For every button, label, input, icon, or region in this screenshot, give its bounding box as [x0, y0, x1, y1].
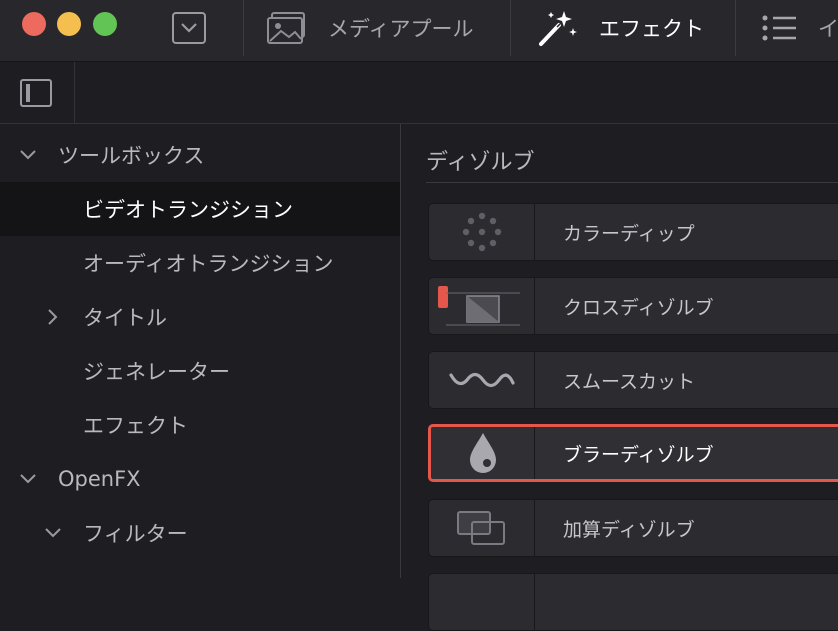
effect-item-cross-dissolve[interactable]: クロスディゾルブ — [428, 277, 838, 335]
section-divider — [426, 182, 838, 183]
effect-label: ブラーディゾルブ — [563, 443, 714, 466]
effects-sidebar: ツールボックス ビデオトランジション オーディオトランジション タイトル ジェネ… — [0, 124, 401, 578]
close-window-button[interactable] — [22, 12, 46, 36]
effect-thumbnail — [431, 427, 535, 479]
tree-item-video-transitions[interactable]: ビデオトランジション — [0, 182, 400, 236]
chevron-down-icon[interactable] — [18, 145, 38, 165]
tree-item-label: エフェクト — [83, 414, 188, 438]
title-bar: メディアプール エフェクト イ — [0, 0, 838, 62]
tab-label: メディアプール — [328, 17, 474, 41]
tree-item-titles[interactable]: タイトル — [0, 290, 400, 344]
chevron-down-icon[interactable] — [18, 469, 38, 489]
tree-item-label: タイトル — [83, 306, 167, 330]
effect-label: 加算ディゾルブ — [563, 518, 695, 541]
sidebar-toggle-icon[interactable] — [20, 79, 52, 107]
minimize-window-button[interactable] — [57, 12, 81, 36]
tree-item-label: ツールボックス — [58, 144, 205, 168]
tab-index[interactable]: イ — [762, 0, 838, 56]
title-separator — [735, 0, 736, 56]
effect-item-smooth-cut[interactable]: スムースカット — [428, 351, 838, 409]
tree-item-label: オーディオトランジション — [83, 252, 334, 276]
chevron-right-icon[interactable] — [43, 307, 63, 327]
chevron-down-icon — [181, 23, 197, 33]
image-icon — [266, 11, 308, 45]
effect-thumbnail — [429, 352, 535, 408]
effect-item-blur-dissolve[interactable]: ブラーディゾルブ — [428, 424, 838, 482]
tab-label: エフェクト — [599, 17, 704, 41]
effect-item-partial[interactable] — [428, 573, 838, 631]
magic-wand-icon — [537, 8, 579, 48]
dots-circle-icon — [462, 212, 501, 252]
tree-item-label: ビデオトランジション — [83, 198, 293, 222]
effect-label: クロスディゾルブ — [563, 296, 714, 319]
tree-item-openfx[interactable]: OpenFX — [0, 452, 400, 506]
tab-label: イ — [818, 17, 838, 41]
tree-item-generators[interactable]: ジェネレーター — [0, 344, 400, 398]
tree-item-toolbox[interactable]: ツールボックス — [0, 128, 400, 182]
title-separator — [243, 0, 244, 56]
zoom-window-button[interactable] — [93, 12, 117, 36]
tree-item-label: フィルター — [83, 522, 188, 546]
effect-label: スムースカット — [563, 370, 696, 393]
tab-effects[interactable]: エフェクト — [537, 0, 704, 56]
effects-library-panel: ディゾルブ カラーディップ クロスディゾルブ スムースカット ブラーディゾルブ … — [402, 124, 838, 631]
section-title: ディゾルブ — [426, 150, 535, 175]
tree-item-label: ジェネレーター — [83, 360, 230, 384]
tree-item-label: OpenFX — [58, 467, 141, 491]
title-separator — [510, 0, 511, 56]
cross-dissolve-icon — [437, 286, 520, 326]
effect-label: カラーディップ — [563, 222, 695, 245]
effect-item-dip-to-color[interactable]: カラーディップ — [428, 203, 838, 261]
effect-item-additive-dissolve[interactable]: 加算ディゾルブ — [428, 499, 838, 557]
secondary-toolbar — [0, 62, 838, 124]
wave-icon — [448, 372, 515, 388]
tree-item-audio-transitions[interactable]: オーディオトランジション — [0, 236, 400, 290]
effect-thumbnail — [429, 574, 535, 630]
tab-media-pool[interactable]: メディアプール — [266, 0, 474, 56]
effect-thumbnail — [429, 204, 535, 260]
overlap-squares-icon — [456, 511, 505, 545]
effect-thumbnail — [429, 500, 535, 556]
toolbar-separator — [74, 62, 75, 124]
tree-item-effects[interactable]: エフェクト — [0, 398, 400, 452]
effect-thumbnail — [429, 278, 535, 334]
drop-icon — [469, 433, 496, 473]
chevron-down-icon[interactable] — [43, 523, 63, 543]
tree-item-filters[interactable]: フィルター — [0, 506, 400, 560]
collapse-panel-button[interactable] — [172, 12, 206, 44]
list-icon — [762, 13, 798, 43]
